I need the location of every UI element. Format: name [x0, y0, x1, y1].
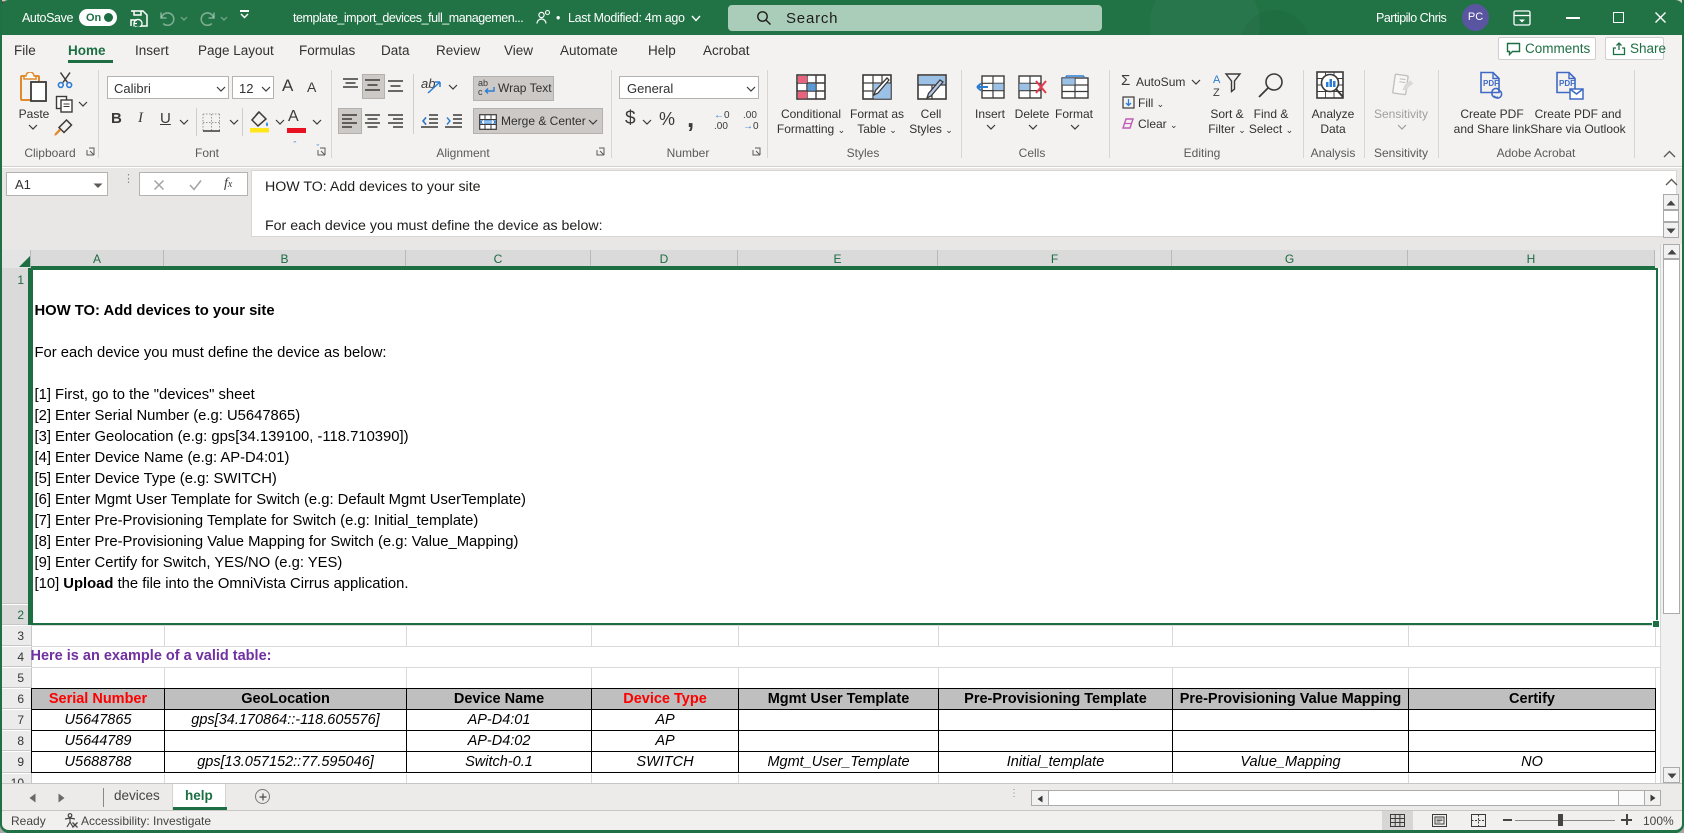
- svg-text:Z: Z: [1213, 87, 1220, 99]
- svg-text:PDF: PDF: [1483, 79, 1499, 88]
- svg-text:A: A: [1213, 74, 1221, 86]
- svg-text:PDF: PDF: [1559, 79, 1575, 88]
